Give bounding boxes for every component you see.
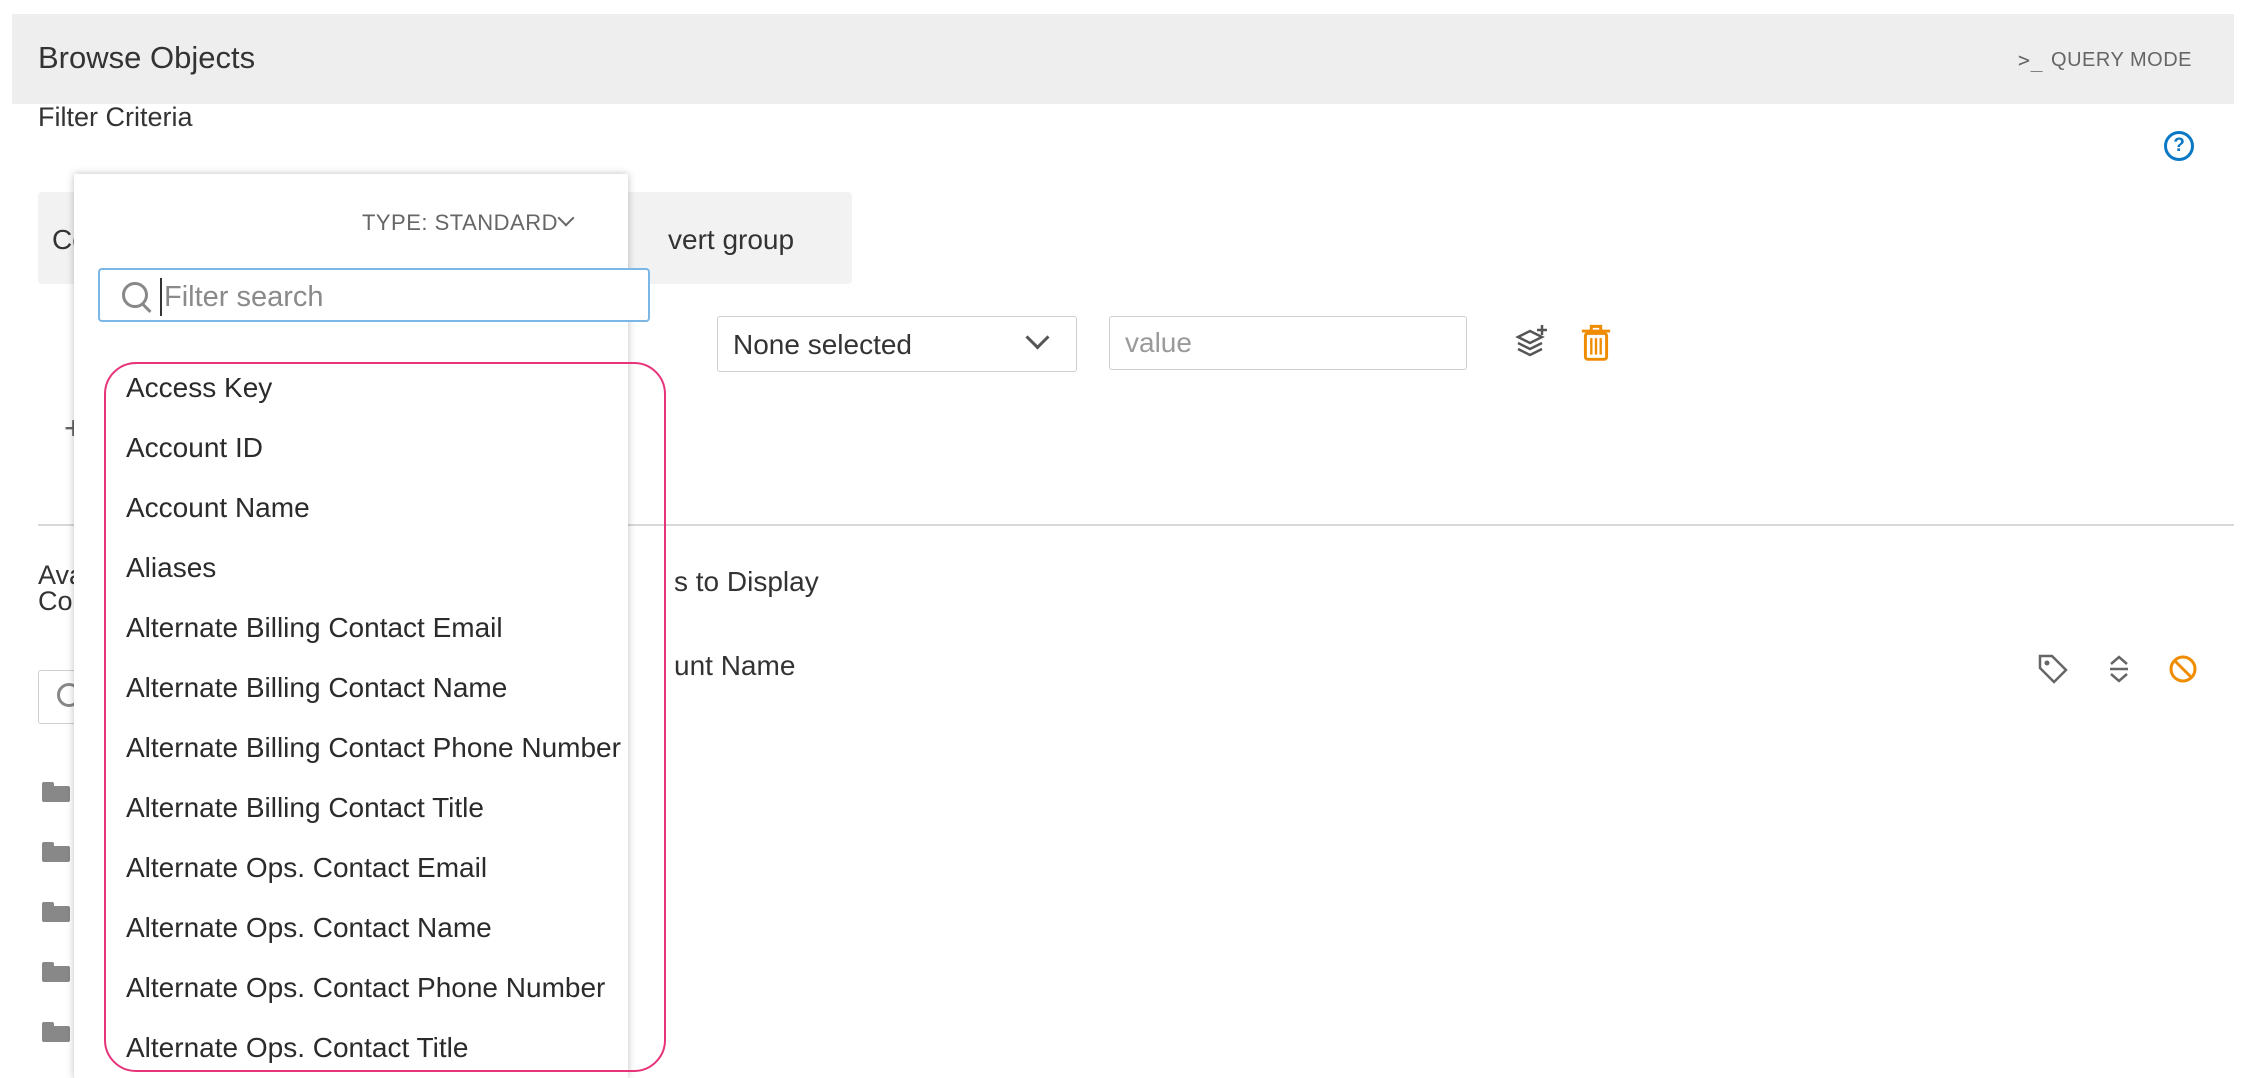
list-item[interactable]: Alternate Billing Contact Title: [126, 792, 484, 824]
invert-group-toggle[interactable]: vert group: [668, 224, 794, 256]
operator-select-value: None selected: [733, 329, 913, 360]
list-item[interactable]: Alternate Billing Contact Email: [126, 612, 503, 644]
terminal-prompt-icon: >_: [2017, 48, 2044, 72]
filter-search-input[interactable]: [160, 278, 636, 316]
query-mode-button[interactable]: >_ QUERY MODE: [2018, 48, 2192, 72]
chevron-down-icon: [557, 209, 575, 227]
list-item[interactable]: Alternate Ops. Contact Name: [126, 912, 492, 944]
question-circle-icon[interactable]: ?: [2164, 131, 2194, 161]
list-item[interactable]: Alternate Billing Contact Phone Number: [126, 732, 621, 764]
type-selector[interactable]: TYPE: STANDARD: [362, 210, 558, 236]
list-item[interactable]: Aliases: [126, 552, 216, 584]
list-item[interactable]: Access Key: [126, 372, 272, 404]
page-title: Browse Objects: [38, 40, 256, 75]
filter-criteria-label: Filter Criteria: [38, 102, 193, 132]
folder-icon[interactable]: [42, 782, 70, 802]
filter-search-field[interactable]: [98, 268, 650, 322]
list-item[interactable]: Alternate Ops. Contact Title: [126, 1032, 468, 1064]
block-icon[interactable]: [2166, 652, 2200, 686]
add-layer-icon[interactable]: [1512, 321, 1552, 361]
list-item[interactable]: Account ID: [126, 432, 263, 464]
folder-icon[interactable]: [42, 1022, 70, 1042]
filter-value-input[interactable]: [1109, 316, 1467, 370]
folder-icon[interactable]: [42, 842, 70, 862]
operator-select[interactable]: None selected: [717, 316, 1077, 372]
sort-icon[interactable]: [2102, 652, 2136, 686]
list-item[interactable]: Account Name: [126, 492, 310, 524]
trash-icon[interactable]: [1576, 324, 1616, 364]
list-item[interactable]: Alternate Billing Contact Name: [126, 672, 507, 704]
panel-header: Browse Objects >_ QUERY MODE: [12, 14, 2234, 104]
list-item[interactable]: Alternate Ops. Contact Phone Number: [126, 972, 605, 1004]
query-mode-label: QUERY MODE: [2051, 48, 2192, 71]
list-item[interactable]: Alternate Ops. Contact Email: [126, 852, 487, 884]
tag-icon[interactable]: [2036, 652, 2070, 686]
chevron-down-icon: [1025, 325, 1050, 350]
selected-column-name: unt Name: [674, 650, 796, 681]
attribute-list-highlight: [104, 362, 666, 1072]
folder-icon[interactable]: [42, 902, 70, 922]
columns-to-display-label: s to Display: [674, 566, 819, 597]
folder-icon[interactable]: [42, 962, 70, 982]
